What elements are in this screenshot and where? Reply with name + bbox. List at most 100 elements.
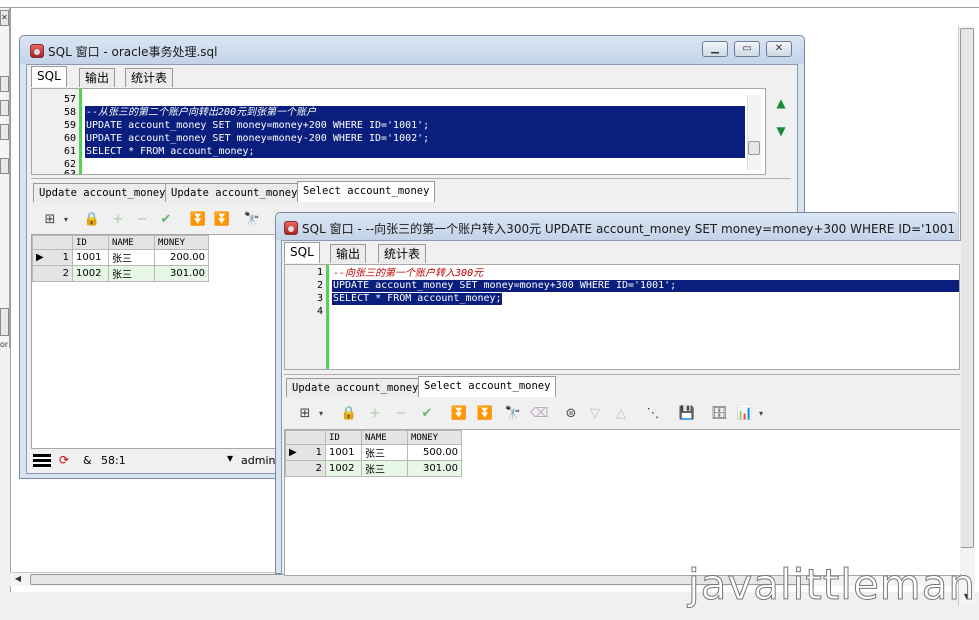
row-number: 1 [315,447,322,458]
vertical-scroll-thumb[interactable] [960,28,974,548]
fetch-last-icon[interactable]: ⏬ [213,211,231,229]
clear-icon[interactable]: ⌫ [530,405,548,423]
cell-id[interactable]: 1001 [325,444,362,461]
left-panel-button-4[interactable] [0,158,9,174]
cell-name[interactable]: 张三 [108,249,155,266]
result-toolbar-1: ⊞ ▾ 🔒 + − ✔ ⏬ ⏬ 🔭 [31,207,291,233]
watermark-text: javalittleman [687,560,977,610]
result-tab-update-1[interactable]: Update account_money [33,183,172,202]
result-grid-2[interactable]: ID NAME MONEY ▶ 1 1001 张三 500.00 2 1002 张… [284,429,960,576]
left-panel-button-5[interactable] [0,308,9,336]
export-icon[interactable]: 🗄 [710,405,728,423]
fetch-next-icon[interactable]: ⏬ [450,405,468,423]
scroll-left-icon[interactable]: ◀ [12,573,24,585]
sql-window-2: SQL 窗口 - --向张三的第一个账户转入300元 UPDATE accoun… [275,212,961,576]
line-number: 4 [316,306,323,317]
column-header-money[interactable]: MONEY [154,235,209,250]
line-number: 2 [316,280,323,291]
splitter[interactable] [31,178,791,179]
splitter[interactable] [284,374,960,375]
code-line: SELECT * FROM account_money; [333,293,502,304]
cell-name[interactable]: 张三 [108,265,155,282]
find-icon[interactable]: 🔭 [243,211,261,229]
result-toolbar-2: ⊞ ▾ 🔒 + − ✔ ⏬ ⏬ 🔭 ⌫ ⊜ ▽ △ ⋱ 💾 🗄 📊 ▾ [284,401,824,427]
cell-money[interactable]: 301.00 [407,460,462,477]
table-row[interactable]: 2 1002 张三 301.00 [32,265,209,282]
cell-id[interactable]: 1002 [72,265,109,282]
chevron-down-icon[interactable]: ▾ [312,405,330,423]
editor-scroll-thumb[interactable] [748,141,760,155]
cell-money[interactable]: 200.00 [154,249,209,266]
arrow-up-icon[interactable]: ▲ [775,97,787,109]
tree-view-icon[interactable]: ⋱ [644,405,662,423]
post-changes-icon[interactable]: ✔ [418,405,436,423]
find-icon[interactable]: 🔭 [504,405,522,423]
lock-icon[interactable]: 🔒 [83,211,101,229]
editor-scrollbar[interactable] [747,95,761,170]
left-panel-button-3[interactable] [0,124,9,140]
delete-row-icon[interactable]: − [133,211,151,229]
table-row[interactable]: ▶ 1 1001 张三 200.00 [32,249,209,266]
chevron-down-icon[interactable]: ▼ [227,454,233,463]
cursor-position: 58:1 [101,454,126,467]
table-row[interactable]: ▶ 1 1001 张三 500.00 [285,444,462,461]
maximize-button[interactable]: ▭ [734,41,760,57]
fetch-last-icon[interactable]: ⏬ [476,405,494,423]
cell-money[interactable]: 301.00 [154,265,209,282]
add-row-icon[interactable]: + [366,405,384,423]
cell-id[interactable]: 1002 [325,460,362,477]
sql-window-1-titlebar[interactable]: SQL 窗口 - oracle事务处理.sql ▁ ▭ ✕ [20,36,804,64]
result-tab-select[interactable]: Select account_money [418,376,557,397]
lines-icon[interactable] [33,454,51,468]
tab-sql[interactable]: SQL [284,242,320,263]
fetch-next-icon[interactable]: ⏬ [189,211,207,229]
sql-window-icon [284,221,298,235]
refresh-icon[interactable]: ⟳ [59,453,69,467]
post-changes-icon[interactable]: ✔ [157,211,175,229]
cell-name[interactable]: 张三 [361,460,408,477]
sort-down-icon[interactable]: ▽ [586,405,604,423]
column-header-name[interactable]: NAME [108,235,155,250]
tab-statistics[interactable]: 统计表 [125,68,174,87]
cell-money[interactable]: 500.00 [407,444,462,461]
sql-window-2-titlebar[interactable]: SQL 窗口 - --向张三的第一个账户转入300元 UPDATE accoun… [276,213,958,240]
sql-window-2-client: SQL 输出 统计表 1 2 3 4 --向张三的第一个账户转入300元 UPD… [281,240,961,576]
column-header-id[interactable]: ID [72,235,109,250]
minimize-button[interactable]: ▁ [702,41,728,57]
tab-sql[interactable]: SQL [31,66,67,87]
query-by-example-icon[interactable]: ⊜ [562,405,580,423]
column-header-name[interactable]: NAME [361,430,408,445]
arrow-down-icon[interactable]: ▼ [775,125,787,137]
sort-up-icon[interactable]: △ [612,405,630,423]
add-row-icon[interactable]: + [109,211,127,229]
line-number: 1 [316,267,323,278]
tab-output[interactable]: 输出 [330,244,367,263]
close-button[interactable]: ✕ [766,41,792,57]
table-row[interactable]: 2 1002 张三 301.00 [285,460,462,477]
chevron-down-icon[interactable]: ▾ [752,405,770,423]
delete-row-icon[interactable]: − [392,405,410,423]
save-icon[interactable]: 💾 [678,405,696,423]
sql-editor-2[interactable]: 1 2 3 4 --向张三的第一个账户转入300元 UPDATE account… [284,264,960,370]
left-panel-close-button[interactable]: ✕ [0,10,9,26]
line-number: 58 [63,107,76,118]
result-tab-update[interactable]: Update account_money [286,378,425,397]
chevron-down-icon[interactable]: ▾ [57,211,75,229]
column-header-id[interactable]: ID [325,430,362,445]
code-line: UPDATE account_money SET money=money+200… [86,120,430,131]
cell-name[interactable]: 张三 [361,444,408,461]
row-header-corner [285,430,326,445]
left-panel-label: or [0,340,9,349]
tab-statistics[interactable]: 统计表 [378,244,427,263]
result-tab-select[interactable]: Select account_money [297,181,436,202]
line-number: 63 [63,169,76,175]
result-table-2: ID NAME MONEY ▶ 1 1001 张三 500.00 2 1002 张… [285,430,462,477]
cell-id[interactable]: 1001 [72,249,109,266]
left-panel-button-1[interactable] [0,76,9,92]
lock-icon[interactable]: 🔒 [340,405,358,423]
sql-editor-1[interactable]: 57 58 59 60 61 62 63 --从张三的第二个账户向转出200元到… [31,88,766,175]
column-header-money[interactable]: MONEY [407,430,462,445]
result-tab-update-2[interactable]: Update account_money [165,183,304,202]
left-panel-button-2[interactable] [0,100,9,116]
tab-output[interactable]: 输出 [79,68,116,87]
